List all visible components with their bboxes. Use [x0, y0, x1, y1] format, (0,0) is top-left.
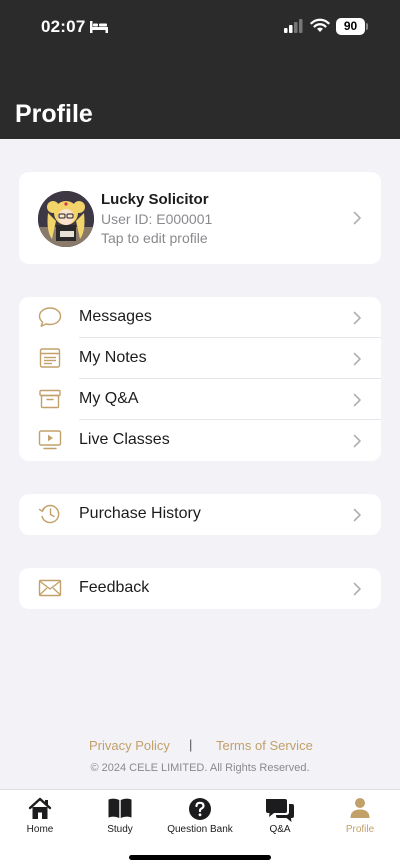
bed-icon [90, 21, 108, 33]
footer-separator: | [189, 737, 193, 752]
chevron-right-icon [353, 211, 361, 225]
page-title: Profile [15, 100, 93, 128]
purchase-history-card: Purchase History [19, 494, 381, 535]
status-bar: 02:07 90 [0, 0, 400, 54]
wifi-icon [310, 18, 330, 32]
envelope-icon [38, 579, 62, 597]
menu-item-label: Messages [79, 308, 152, 325]
chevron-right-icon [353, 393, 361, 407]
chat-bubbles-icon [266, 799, 294, 822]
menu-item-label: My Notes [79, 349, 147, 366]
battery-indicator: 90 [336, 18, 365, 35]
privacy-policy-link[interactable]: Privacy Policy [89, 738, 170, 753]
menu-item-label: Feedback [79, 579, 150, 596]
history-clock-icon [38, 504, 60, 524]
chevron-right-icon [353, 582, 361, 596]
tab-qa[interactable]: Q&A [240, 790, 320, 840]
question-circle-icon [189, 798, 211, 820]
profile-edit-hint: Tap to edit profile [101, 230, 208, 246]
menu-item-purchase-history[interactable]: Purchase History [19, 494, 381, 535]
tab-label: Q&A [269, 824, 291, 835]
menu-item-my-notes[interactable]: My Notes [19, 338, 381, 379]
archive-box-icon [39, 389, 61, 409]
book-icon [108, 798, 132, 818]
menu-item-messages[interactable]: Messages [19, 297, 381, 338]
chevron-right-icon [353, 434, 361, 448]
header: 02:07 90 Profile [0, 0, 400, 139]
tab-label: Study [107, 824, 133, 835]
menu-item-feedback[interactable]: Feedback [19, 568, 381, 609]
chevron-right-icon [353, 352, 361, 366]
play-screen-icon [38, 430, 62, 450]
chevron-right-icon [353, 508, 361, 522]
menu-item-live-classes[interactable]: Live Classes [19, 420, 381, 461]
home-icon [28, 797, 52, 819]
status-time: 02:07 [41, 17, 86, 36]
footer-links: Privacy Policy | Terms of Service [0, 737, 400, 756]
chevron-right-icon [353, 311, 361, 325]
menu-card: Messages My Notes My Q&A Live Classes [19, 297, 381, 461]
avatar[interactable] [38, 191, 94, 247]
menu-item-label: Purchase History [79, 505, 201, 522]
terms-of-service-link[interactable]: Terms of Service [216, 738, 313, 753]
profile-card[interactable]: Lucky Solicitor User ID: E000001 Tap to … [19, 172, 381, 264]
tab-profile[interactable]: Profile [320, 790, 400, 840]
tab-study[interactable]: Study [80, 790, 160, 840]
avatar-image [38, 191, 94, 247]
signal-icon [284, 19, 303, 33]
chat-bubble-icon [38, 307, 62, 327]
tab-label: Home [26, 824, 54, 835]
tab-question-bank[interactable]: Question Bank [160, 790, 240, 840]
menu-item-my-qa[interactable]: My Q&A [19, 379, 381, 420]
tab-label: Question Bank [167, 824, 233, 835]
notes-icon [39, 348, 61, 368]
tab-home[interactable]: Home [0, 790, 80, 840]
home-indicator [129, 855, 271, 860]
menu-item-label: Live Classes [79, 431, 170, 448]
profile-name: Lucky Solicitor [101, 191, 209, 208]
person-icon [350, 798, 370, 818]
tab-label: Profile [345, 824, 375, 835]
menu-item-label: My Q&A [79, 390, 139, 407]
battery-tip [366, 23, 368, 30]
profile-user-id: User ID: E000001 [101, 211, 213, 227]
copyright-text: © 2024 CELE LIMITED. All Rights Reserved… [90, 762, 310, 774]
feedback-card: Feedback [19, 568, 381, 609]
